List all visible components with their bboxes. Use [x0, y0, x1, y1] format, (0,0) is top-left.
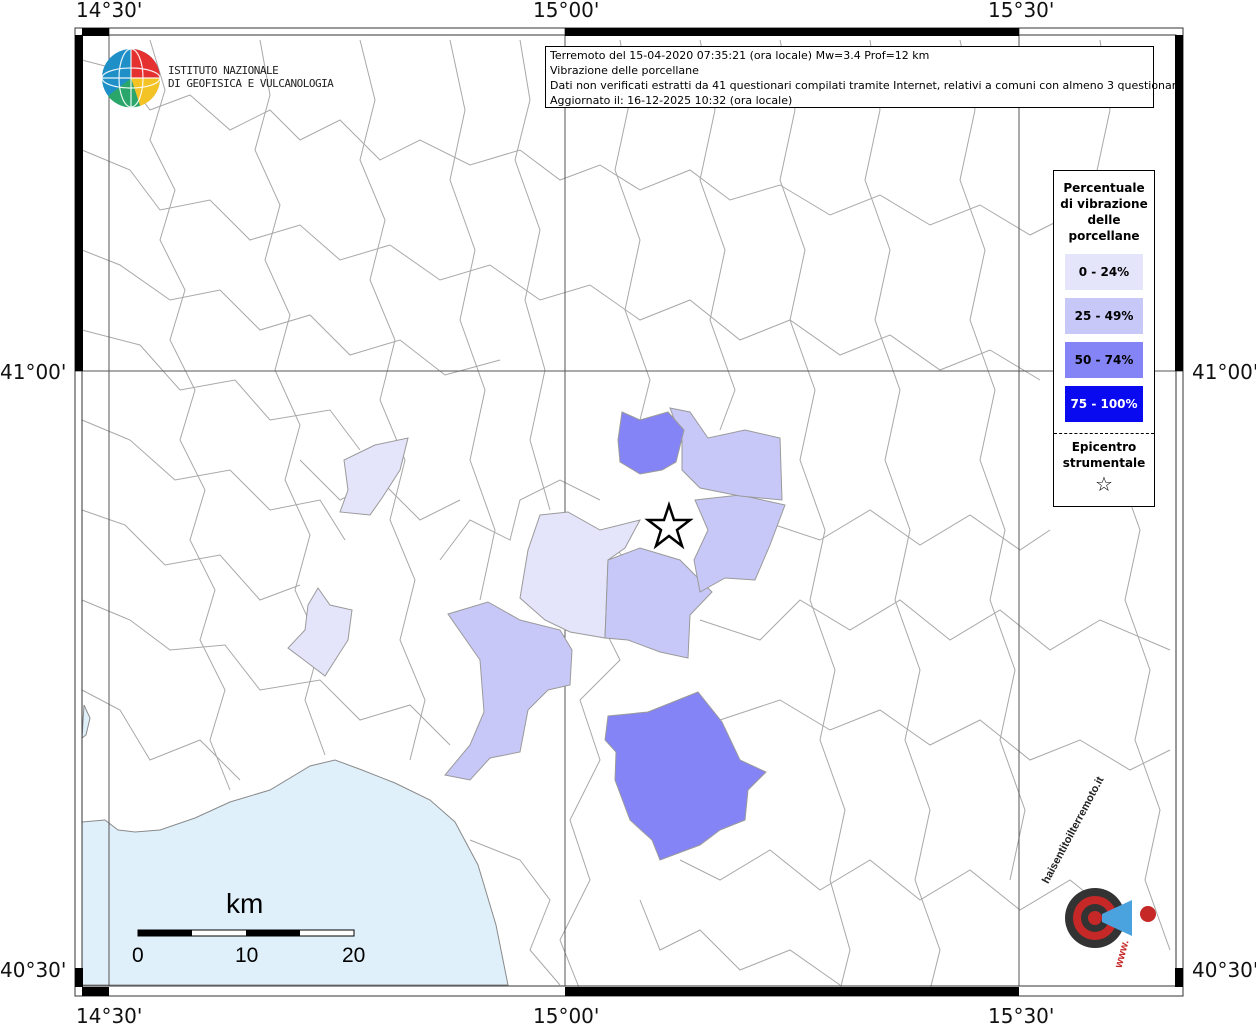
- coord-left-bottom: 40°30': [0, 958, 67, 982]
- legend-item-1: 25 - 49%: [1065, 298, 1143, 334]
- coord-top-mid: 15°00': [533, 0, 600, 22]
- legend-title: Percentuale di vibrazione delle porcella…: [1060, 181, 1148, 243]
- coord-bottom-mid: 15°00': [533, 1004, 600, 1028]
- coord-top-left: 14°30': [76, 0, 143, 22]
- legend-item-0: 0 - 24%: [1065, 254, 1143, 290]
- legend-epicenter-title: Epicentro strumentale: [1062, 440, 1146, 470]
- scale-tick-2: 20: [342, 944, 366, 967]
- event-info-line-2: Vibrazione delle porcellane: [550, 64, 699, 77]
- legend-item-2: 50 - 74%: [1065, 342, 1143, 378]
- coord-right-bottom: 40°30': [1192, 958, 1256, 982]
- legend-item-3: 75 - 100%: [1065, 386, 1143, 422]
- coord-top-right: 15°30': [988, 0, 1055, 22]
- coord-left-top: 41°00': [0, 360, 67, 384]
- coord-right-top: 41°00': [1192, 360, 1256, 384]
- map-canvas: [74, 27, 1184, 997]
- event-info-line-4: Aggiornato il: 16-12-2025 10:32 (ora loc…: [550, 94, 793, 107]
- legend-separator: [1054, 433, 1154, 434]
- coord-bottom-right: 15°30': [988, 1004, 1055, 1028]
- logo-line-2: DI GEOFISICA E VULCANOLOGIA: [168, 77, 334, 90]
- legend-star-icon: ☆: [1095, 472, 1113, 496]
- scale-tick-1: 10: [235, 944, 259, 967]
- ingv-logo-text: ISTITUTO NAZIONALE DI GEOFISICA E VULCAN…: [168, 64, 334, 90]
- legend-items: 0 - 24% 25 - 49% 50 - 74% 75 - 100%: [1054, 254, 1154, 422]
- event-info-line-3: Dati non verificati estratti da 41 quest…: [550, 79, 1183, 92]
- ingv-logo-icon: [101, 48, 161, 108]
- logo-line-1: ISTITUTO NAZIONALE: [168, 64, 279, 77]
- scale-unit: km: [226, 888, 264, 919]
- event-info-line-1: Terremoto del 15-04-2020 07:35:21 (ora l…: [550, 49, 930, 62]
- legend: Percentuale di vibrazione delle porcella…: [1053, 170, 1155, 507]
- coord-bottom-left: 14°30': [76, 1004, 143, 1028]
- scale-tick-0: 0: [132, 944, 144, 967]
- scale-bar: [137, 929, 355, 937]
- event-info-box: Terremoto del 15-04-2020 07:35:21 (ora l…: [545, 46, 1183, 108]
